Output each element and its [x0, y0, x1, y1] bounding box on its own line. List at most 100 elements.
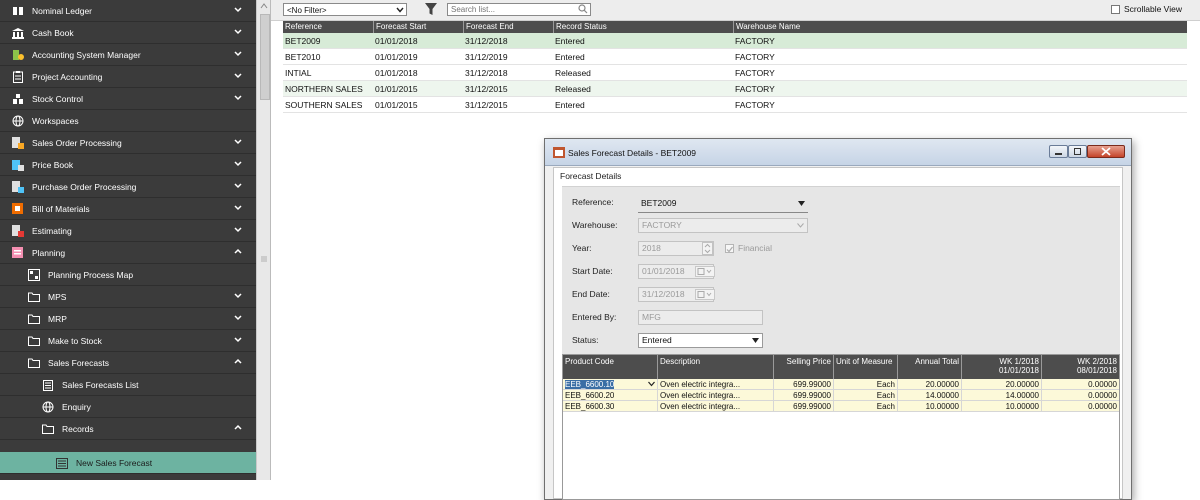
- cell-product-code[interactable]: EEB_6600.30: [563, 401, 657, 412]
- table-row[interactable]: NORTHERN SALES 01/01/2015 31/12/2015 Rel…: [283, 81, 1187, 97]
- scroll-up-icon[interactable]: [260, 2, 268, 10]
- chevron-down-icon[interactable]: [233, 5, 243, 15]
- scrollable-view-toggle[interactable]: Scrollable View: [1111, 4, 1182, 14]
- table-row[interactable]: INTIAL 01/01/2018 31/12/2018 Released FA…: [283, 65, 1187, 81]
- nav-item[interactable]: MRP: [0, 308, 256, 330]
- list-icon: [42, 379, 54, 391]
- chevron-down-icon[interactable]: [648, 381, 655, 387]
- filter-dropdown[interactable]: <No Filter>: [283, 3, 407, 16]
- cell-price: 699.99000: [773, 390, 833, 401]
- close-button[interactable]: [1087, 145, 1125, 158]
- filter-icon[interactable]: [425, 3, 437, 16]
- chevron-up-icon[interactable]: [233, 357, 243, 367]
- cell-wk1[interactable]: 20.00000: [961, 379, 1041, 390]
- cell-description: Oven electric integra...: [657, 401, 773, 412]
- chevron-down-icon[interactable]: [233, 159, 243, 169]
- nav-item[interactable]: Bill of Materials: [0, 198, 256, 220]
- search-icon[interactable]: [578, 4, 588, 14]
- nav-item[interactable]: Sales Order Processing: [0, 132, 256, 154]
- status-dropdown[interactable]: Entered: [638, 333, 763, 348]
- chevron-down-icon[interactable]: [233, 181, 243, 191]
- chevron-down-icon[interactable]: [233, 313, 243, 323]
- nav-item[interactable]: Make to Stock: [0, 330, 256, 352]
- column-header[interactable]: Forecast End: [463, 21, 553, 33]
- calendar-icon: [697, 291, 712, 298]
- column-header[interactable]: Product Code: [563, 355, 657, 379]
- column-header[interactable]: Annual Total: [897, 355, 961, 379]
- chevron-down-icon[interactable]: [233, 335, 243, 345]
- column-header[interactable]: Selling Price: [773, 355, 833, 379]
- column-header-wk2[interactable]: WK 2/2018 08/01/2018: [1041, 355, 1119, 379]
- chevron-down-icon[interactable]: [233, 225, 243, 235]
- chevron-down-icon[interactable]: [233, 27, 243, 37]
- maximize-button[interactable]: [1068, 145, 1087, 158]
- cell-wk2[interactable]: 0.00000: [1041, 401, 1119, 412]
- planning-icon: [12, 247, 24, 259]
- nav-label: Cash Book: [32, 28, 74, 38]
- chevron-down-icon[interactable]: [233, 291, 243, 301]
- scrollbar-thumb[interactable]: [260, 14, 270, 100]
- table-row[interactable]: BET2010 01/01/2019 31/12/2019 Entered FA…: [283, 49, 1187, 65]
- nav-item[interactable]: Sales Forecasts: [0, 352, 256, 374]
- reference-dropdown[interactable]: BET2009: [638, 197, 808, 212]
- start-date-label: Start Date:: [572, 266, 613, 276]
- cell-wk2[interactable]: 0.00000: [1041, 379, 1119, 390]
- nav-item-active[interactable]: New Sales Forecast: [0, 452, 256, 474]
- table-row[interactable]: SOUTHERN SALES 01/01/2015 31/12/2015 Ent…: [283, 97, 1187, 113]
- nav-label: Sales Forecasts List: [62, 380, 139, 390]
- cell-wk2[interactable]: 0.00000: [1041, 390, 1119, 401]
- chevron-down-icon[interactable]: [233, 137, 243, 147]
- nav-item[interactable]: Nominal Ledger: [0, 0, 256, 22]
- nav-item[interactable]: Sales Forecasts List: [0, 374, 256, 396]
- nav-item[interactable]: Planning: [0, 242, 256, 264]
- nav-item[interactable]: Accounting System Manager: [0, 44, 256, 66]
- table-row[interactable]: BET2009 01/01/2018 31/12/2018 Entered FA…: [283, 33, 1187, 49]
- end-date-label: End Date:: [572, 289, 610, 299]
- chevron-down-icon[interactable]: [233, 203, 243, 213]
- grid-row[interactable]: EEB_6600.20 Oven electric integra... 699…: [563, 390, 1119, 401]
- nav-item[interactable]: Workspaces: [0, 110, 256, 132]
- chevron-down-icon[interactable]: [233, 93, 243, 103]
- minimize-button[interactable]: [1049, 145, 1068, 158]
- nav-item[interactable]: Records: [0, 418, 256, 440]
- dialog-titlebar[interactable]: Sales Forecast Details - BET2009: [545, 139, 1131, 166]
- column-header[interactable]: Warehouse Name: [733, 21, 1187, 33]
- nav-label: Sales Order Processing: [32, 138, 122, 148]
- end-date-picker: [695, 289, 715, 300]
- nav-item[interactable]: Price Book: [0, 154, 256, 176]
- nav-item[interactable]: Purchase Order Processing: [0, 176, 256, 198]
- chevron-up-icon[interactable]: [233, 247, 243, 257]
- sidebar-scrollbar[interactable]: [256, 0, 271, 480]
- cell-wk1[interactable]: 14.00000: [961, 390, 1041, 401]
- nav-item[interactable]: Estimating: [0, 220, 256, 242]
- cell-warehouse: FACTORY: [735, 68, 775, 78]
- grid-row[interactable]: EEB_6600.10 Oven electric integra... 699…: [563, 379, 1119, 390]
- splitter-grip[interactable]: [261, 256, 267, 262]
- column-header[interactable]: Description: [657, 355, 773, 379]
- column-header[interactable]: Forecast Start: [373, 21, 463, 33]
- cell-status: Entered: [555, 36, 585, 46]
- column-header-wk1[interactable]: WK 1/2018 01/01/2018: [961, 355, 1041, 379]
- cell-reference: INTIAL: [285, 68, 312, 78]
- checkbox[interactable]: [1111, 4, 1120, 14]
- column-header[interactable]: Unit of Measure: [833, 355, 897, 379]
- chevron-up-icon[interactable]: [233, 423, 243, 433]
- nav-item[interactable]: Stock Control: [0, 88, 256, 110]
- chevron-down-icon[interactable]: [233, 71, 243, 81]
- cell-wk1[interactable]: 10.00000: [961, 401, 1041, 412]
- nav-item[interactable]: Enquiry: [0, 396, 256, 418]
- nav-item[interactable]: Cash Book: [0, 22, 256, 44]
- column-header[interactable]: Record Status: [553, 21, 733, 33]
- nav-item[interactable]: Project Accounting: [0, 66, 256, 88]
- nav-item[interactable]: Planning Process Map: [0, 264, 256, 286]
- cell-product-code[interactable]: EEB_6600.10: [563, 379, 657, 390]
- nav-item[interactable]: MPS: [0, 286, 256, 308]
- chevron-down-icon[interactable]: [233, 49, 243, 59]
- list-toolbar: <No Filter> Scrollable View: [271, 0, 1200, 21]
- search-input[interactable]: [447, 3, 591, 16]
- grid-row[interactable]: EEB_6600.30 Oven electric integra... 699…: [563, 401, 1119, 412]
- cell-product-code[interactable]: EEB_6600.20: [563, 390, 657, 401]
- column-header[interactable]: Reference: [283, 21, 373, 33]
- grid-header: Product Code Description Selling Price U…: [563, 355, 1119, 379]
- bom-icon: [12, 203, 24, 215]
